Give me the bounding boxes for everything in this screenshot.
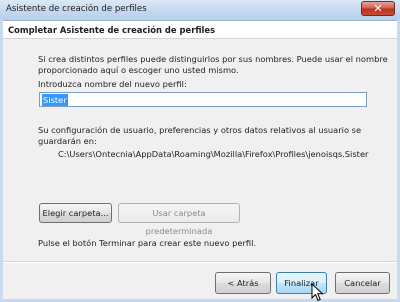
profile-name-label: Introduzca nombre del nuevo perfil: [38,79,187,89]
back-button[interactable]: < Atrás [215,272,271,294]
profile-path: C:\Users\Ontecnia\AppData\Roaming\Mozill… [58,149,369,159]
intro-text-line2: proporcionado aquí o escoger uno usted m… [38,65,239,75]
config-text-line2: guardarán en: [38,136,97,146]
choose-folder-label: Elegir carpeta... [42,208,109,218]
title-bar: Asistente de creación de perfiles ✕ [0,0,400,21]
finish-hint: Pulse el botón Terminar para crear este … [38,238,257,248]
choose-folder-button[interactable]: Elegir carpeta... [39,203,112,223]
profile-name-value: Sister [42,94,68,106]
wizard-header-title: Completar Asistente de creación de perfi… [8,25,216,35]
back-label: < Atrás [227,278,259,288]
footer-separator [3,261,397,263]
use-default-folder-button[interactable]: Usar carpeta predeterminada [118,203,240,236]
use-default-folder-label: Usar carpeta predeterminada [145,208,213,236]
profile-name-input[interactable]: Sister [39,92,367,107]
window-title: Asistente de creación de perfiles [6,4,147,14]
cancel-label: Cancelar [344,278,381,288]
wizard-header: Completar Asistente de creación de perfi… [3,21,397,39]
close-icon: ✕ [373,2,383,15]
wizard-content: Si crea distintos perfiles puede disting… [3,39,397,261]
cancel-button[interactable]: Cancelar [335,272,390,294]
mouse-cursor-icon [311,283,324,302]
close-button[interactable]: ✕ [361,1,395,16]
